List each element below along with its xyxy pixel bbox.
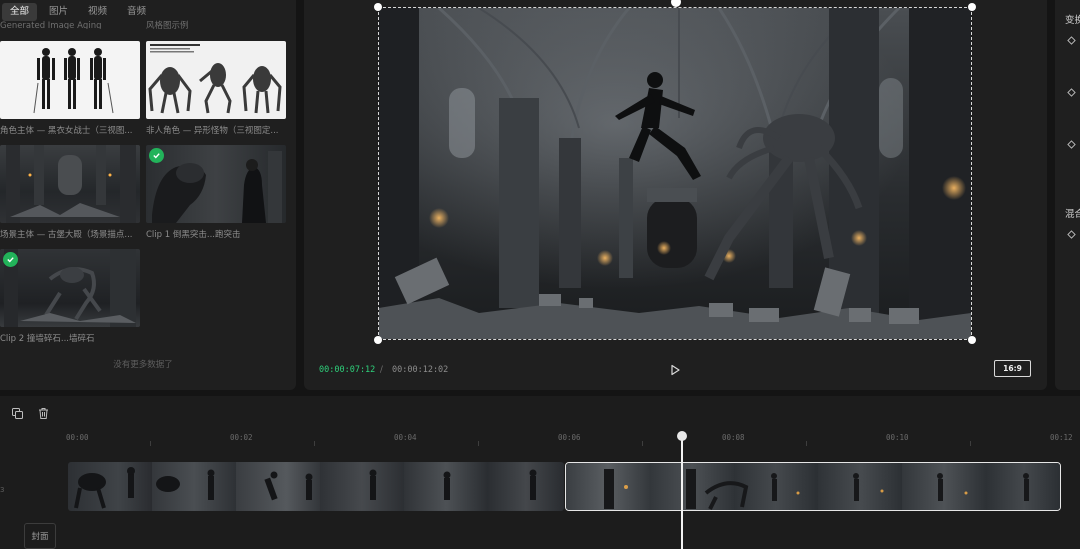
play-button[interactable] — [668, 362, 682, 376]
track-label: 3 — [0, 486, 5, 494]
resize-handle-top-left[interactable] — [374, 3, 382, 11]
ruler-tick-label: 00:00 — [66, 433, 89, 442]
ruler-tick-label: 00:04 — [394, 433, 417, 442]
properties-panel: 变换 混合 — [1055, 0, 1080, 390]
ruler-tick-label: 00:06 — [558, 433, 581, 442]
video-editor-app: 全部 图片 视频 音频 Generated Image Aging 风格图示例 — [0, 0, 1080, 549]
timeline-panel: 00:00 00:02 00:04 00:06 00:08 00:10 00:1… — [0, 396, 1080, 549]
ruler-tick-label: 00:10 — [886, 433, 909, 442]
aspect-ratio-button[interactable]: 16:9 — [994, 360, 1031, 377]
time-separator: / — [380, 365, 383, 375]
resize-handle-bottom-left[interactable] — [374, 336, 382, 344]
media-item-label: Clip 2 撞墙碎石...墙碎石 — [0, 334, 95, 344]
keyframe-diamond-icon[interactable] — [1067, 140, 1076, 149]
media-item-title-clipped: Generated Image Aging — [0, 21, 102, 29]
rotate-handle[interactable] — [671, 0, 681, 7]
keyframe-diamond-icon[interactable] — [1067, 36, 1076, 45]
timeline-clip-2-selected[interactable] — [565, 462, 1061, 511]
media-item-label: 场景主体 — 古堡大殿（场景描点... — [0, 230, 133, 240]
current-time: 00:00:07:12 — [319, 365, 376, 375]
preview-canvas[interactable] — [374, 0, 976, 344]
keyframe-diamond-icon[interactable] — [1067, 230, 1076, 239]
media-item-scene[interactable]: 场景主体 — 古堡大殿（场景描点... — [0, 145, 140, 240]
keyframe-diamond-icon[interactable] — [1067, 88, 1076, 97]
playhead[interactable] — [681, 436, 683, 549]
ruler-tick — [478, 441, 479, 446]
media-item-clip-2[interactable]: Clip 2 撞墙碎石...墙碎石 — [0, 249, 140, 344]
section-blend-title: 混合 — [1065, 209, 1080, 220]
ruler-tick — [314, 441, 315, 446]
ruler-tick-label: 00:02 — [230, 433, 253, 442]
trash-icon — [39, 408, 48, 419]
media-item-character[interactable]: 角色主体 — 黑衣女战士（三视图... — [0, 41, 140, 136]
resize-handle-top-right[interactable] — [968, 3, 976, 11]
media-item-label: Clip 1 倒黑突击...跑突击 — [146, 230, 241, 240]
ruler-tick — [150, 441, 151, 446]
ruler-tick-label: 00:08 — [722, 433, 745, 442]
ruler-tick — [642, 441, 643, 446]
section-transform-title: 变换 — [1065, 15, 1080, 26]
selected-check-icon — [149, 148, 164, 163]
resize-handle-bottom-right[interactable] — [968, 336, 976, 344]
total-time: 00:00:12:02 — [392, 365, 449, 375]
play-icon — [671, 364, 680, 376]
media-item-label: 非人角色 — 异形怪物（三视图定... — [146, 126, 279, 136]
media-thumbnail[interactable] — [0, 249, 140, 327]
copy-icon — [12, 408, 23, 419]
media-thumbnail[interactable] — [146, 41, 286, 119]
media-thumbnail[interactable] — [0, 41, 140, 119]
preview-frame-image — [379, 6, 971, 339]
duplicate-button[interactable] — [11, 405, 24, 419]
ruler-tick-label: 00:12 — [1050, 433, 1073, 442]
media-thumbnail[interactable] — [0, 145, 140, 223]
ruler-tick — [970, 441, 971, 446]
media-item-label: 角色主体 — 黑衣女战士（三视图... — [0, 126, 133, 136]
ruler-tick — [806, 441, 807, 446]
timeline-clip-1[interactable] — [68, 462, 564, 511]
preview-panel: 00:00:07:12 / 00:00:12:02 16:9 — [304, 0, 1047, 390]
media-item-clip-1[interactable]: Clip 1 倒黑突击...跑突击 — [146, 145, 286, 240]
media-thumbnail[interactable] — [146, 145, 286, 223]
media-item-title-clipped: 风格图示例 — [146, 21, 189, 29]
media-library-panel: 全部 图片 视频 音频 Generated Image Aging 风格图示例 — [0, 0, 296, 390]
playhead-handle[interactable] — [677, 431, 687, 441]
cover-button[interactable]: 封面 — [24, 523, 56, 549]
no-more-data-text: 没有更多数据了 — [113, 360, 173, 370]
selected-check-icon — [3, 252, 18, 267]
media-item-creature[interactable]: 非人角色 — 异形怪物（三视图定... — [146, 41, 286, 136]
time-ruler[interactable]: 00:00 00:02 00:04 00:06 00:08 00:10 00:1… — [0, 430, 1080, 446]
delete-button[interactable] — [37, 405, 50, 419]
